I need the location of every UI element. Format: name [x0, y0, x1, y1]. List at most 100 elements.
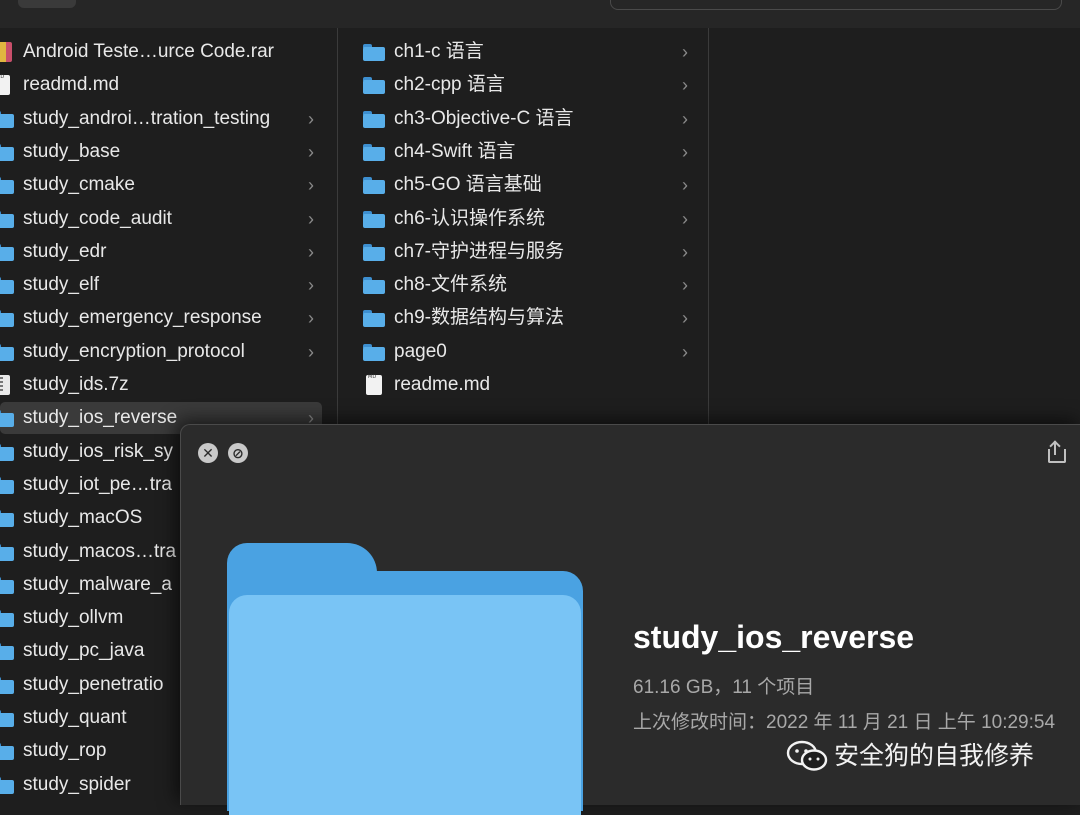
- folder-icon: [0, 210, 14, 228]
- toolbar: [0, 0, 1080, 29]
- item-name: ch1-c 语言: [394, 41, 484, 62]
- item-name: ch9-数据结构与算法: [394, 307, 564, 329]
- preview-title: study_ios_reverse: [633, 619, 915, 655]
- chevron-right-icon: ›: [308, 141, 314, 162]
- chevron-right-icon: ›: [682, 175, 688, 196]
- folder-row[interactable]: ch3-Objective-C 语言 ›: [358, 103, 710, 135]
- file-row[interactable]: study_ids.7z: [0, 369, 322, 401]
- folder-row[interactable]: ch6-认识操作系统 ›: [358, 203, 710, 235]
- folder-row[interactable]: ch2-cpp 语言 ›: [358, 69, 710, 101]
- item-name: ch3-Objective-C 语言: [394, 107, 574, 129]
- folder-row[interactable]: study_elf ›: [0, 269, 322, 301]
- toolbar-button[interactable]: [18, 0, 76, 8]
- item-name: study_macos…tra: [23, 540, 177, 562]
- document-icon: MD: [0, 74, 10, 96]
- folder-icon: [363, 210, 385, 228]
- item-name: study_emergency_response: [23, 307, 262, 329]
- item-name: study_ios_reverse: [23, 407, 178, 429]
- item-name: study_androi…tration_testing: [23, 107, 271, 129]
- folder-icon: [0, 143, 14, 161]
- chevron-right-icon: ›: [682, 308, 688, 329]
- folder-row[interactable]: study_encryption_protocol ›: [0, 336, 322, 368]
- item-name: ch5-GO 语言基础: [394, 174, 542, 196]
- folder-row[interactable]: ch9-数据结构与算法 ›: [358, 302, 710, 334]
- wechat-icon: [786, 740, 828, 771]
- folder-row[interactable]: ch8-文件系统 ›: [358, 269, 710, 301]
- folder-icon: [0, 743, 14, 761]
- folder-icon: [0, 476, 14, 494]
- item-name: study_elf: [23, 274, 100, 296]
- chevron-right-icon: ›: [682, 108, 688, 129]
- chevron-right-icon: ›: [308, 308, 314, 329]
- chevron-right-icon: ›: [308, 241, 314, 262]
- finder-column-3: [709, 28, 1080, 424]
- close-icon[interactable]: ✕: [198, 443, 218, 463]
- file-row[interactable]: MD readme.md: [358, 369, 710, 401]
- folder-row[interactable]: ch7-守护进程与服务 ›: [358, 236, 710, 268]
- item-name: study_malware_a: [23, 573, 172, 595]
- folder-preview-icon: [227, 543, 583, 815]
- folder-icon: [0, 710, 14, 727]
- search-field[interactable]: [610, 0, 1062, 10]
- folder-icon: [363, 44, 385, 61]
- item-name: ch7-守护进程与服务: [394, 240, 564, 262]
- folder-row[interactable]: study_code_audit ›: [0, 203, 322, 235]
- item-name: study_cmake: [23, 174, 135, 196]
- folder-icon: [363, 77, 385, 95]
- item-name: study_ids.7z: [23, 374, 129, 395]
- folder-row[interactable]: study_emergency_response ›: [0, 302, 322, 334]
- file-row[interactable]: MD readmd.md: [0, 69, 322, 101]
- folder-icon: [363, 310, 385, 328]
- item-name: study_code_audit: [23, 207, 172, 229]
- folder-icon: [0, 576, 14, 594]
- folder-icon: [0, 510, 14, 528]
- chevron-right-icon: ›: [682, 141, 688, 162]
- item-name: study_ios_risk_sy: [23, 440, 173, 462]
- preview-size-count: 61.16 GB，11 个项目: [633, 677, 815, 698]
- folder-icon: [363, 343, 385, 361]
- folder-row[interactable]: ch4-Swift 语言 ›: [358, 136, 710, 168]
- folder-row[interactable]: ch1-c 语言 ›: [358, 36, 710, 68]
- item-name: readme.md: [394, 374, 491, 395]
- folder-icon: [0, 177, 14, 195]
- folder-row[interactable]: study_edr ›: [0, 236, 322, 268]
- folder-icon: [0, 243, 14, 261]
- folder-icon: [363, 143, 385, 161]
- item-name: study_ollvm: [23, 607, 124, 629]
- share-icon[interactable]: [1047, 440, 1066, 463]
- chevron-right-icon: ›: [682, 275, 688, 296]
- folder-icon: [363, 243, 385, 261]
- open-with-icon[interactable]: ⊘: [228, 443, 248, 463]
- folder-icon: [0, 776, 14, 794]
- folder-icon: [0, 410, 14, 428]
- chevron-right-icon: ›: [682, 241, 688, 262]
- folder-icon: [0, 443, 14, 461]
- chevron-right-icon: ›: [308, 275, 314, 296]
- folder-icon: [0, 610, 14, 628]
- item-name: study_macOS: [23, 507, 143, 529]
- folder-row[interactable]: study_base ›: [0, 136, 322, 168]
- folder-icon: [363, 177, 385, 195]
- item-name: study_quant: [23, 707, 127, 728]
- item-name: ch8-文件系统: [394, 274, 507, 296]
- file-row[interactable]: Android Teste…urce Code.rar: [0, 36, 322, 68]
- chevron-right-icon: ›: [682, 208, 688, 229]
- item-name: study_rop: [23, 740, 107, 762]
- folder-icon: [0, 543, 14, 561]
- folder-icon: [0, 343, 14, 361]
- chevron-right-icon: ›: [308, 341, 314, 362]
- folder-row[interactable]: page0 ›: [358, 336, 710, 368]
- item-name: study_encryption_protocol: [23, 340, 245, 362]
- folder-icon: [0, 310, 14, 328]
- folder-row[interactable]: study_cmake ›: [0, 169, 322, 201]
- item-name: study_penetratio: [23, 673, 164, 695]
- folder-icon: [0, 277, 14, 295]
- item-name: ch2-cpp 语言: [394, 74, 505, 96]
- folder-icon: [0, 110, 14, 128]
- chevron-right-icon: ›: [682, 341, 688, 362]
- folder-row[interactable]: ch5-GO 语言基础 ›: [358, 169, 710, 201]
- chevron-right-icon: ›: [308, 208, 314, 229]
- chevron-right-icon: ›: [308, 175, 314, 196]
- folder-row[interactable]: study_androi…tration_testing ›: [0, 103, 322, 135]
- watermark-text: 安全狗的自我修养: [834, 742, 1035, 770]
